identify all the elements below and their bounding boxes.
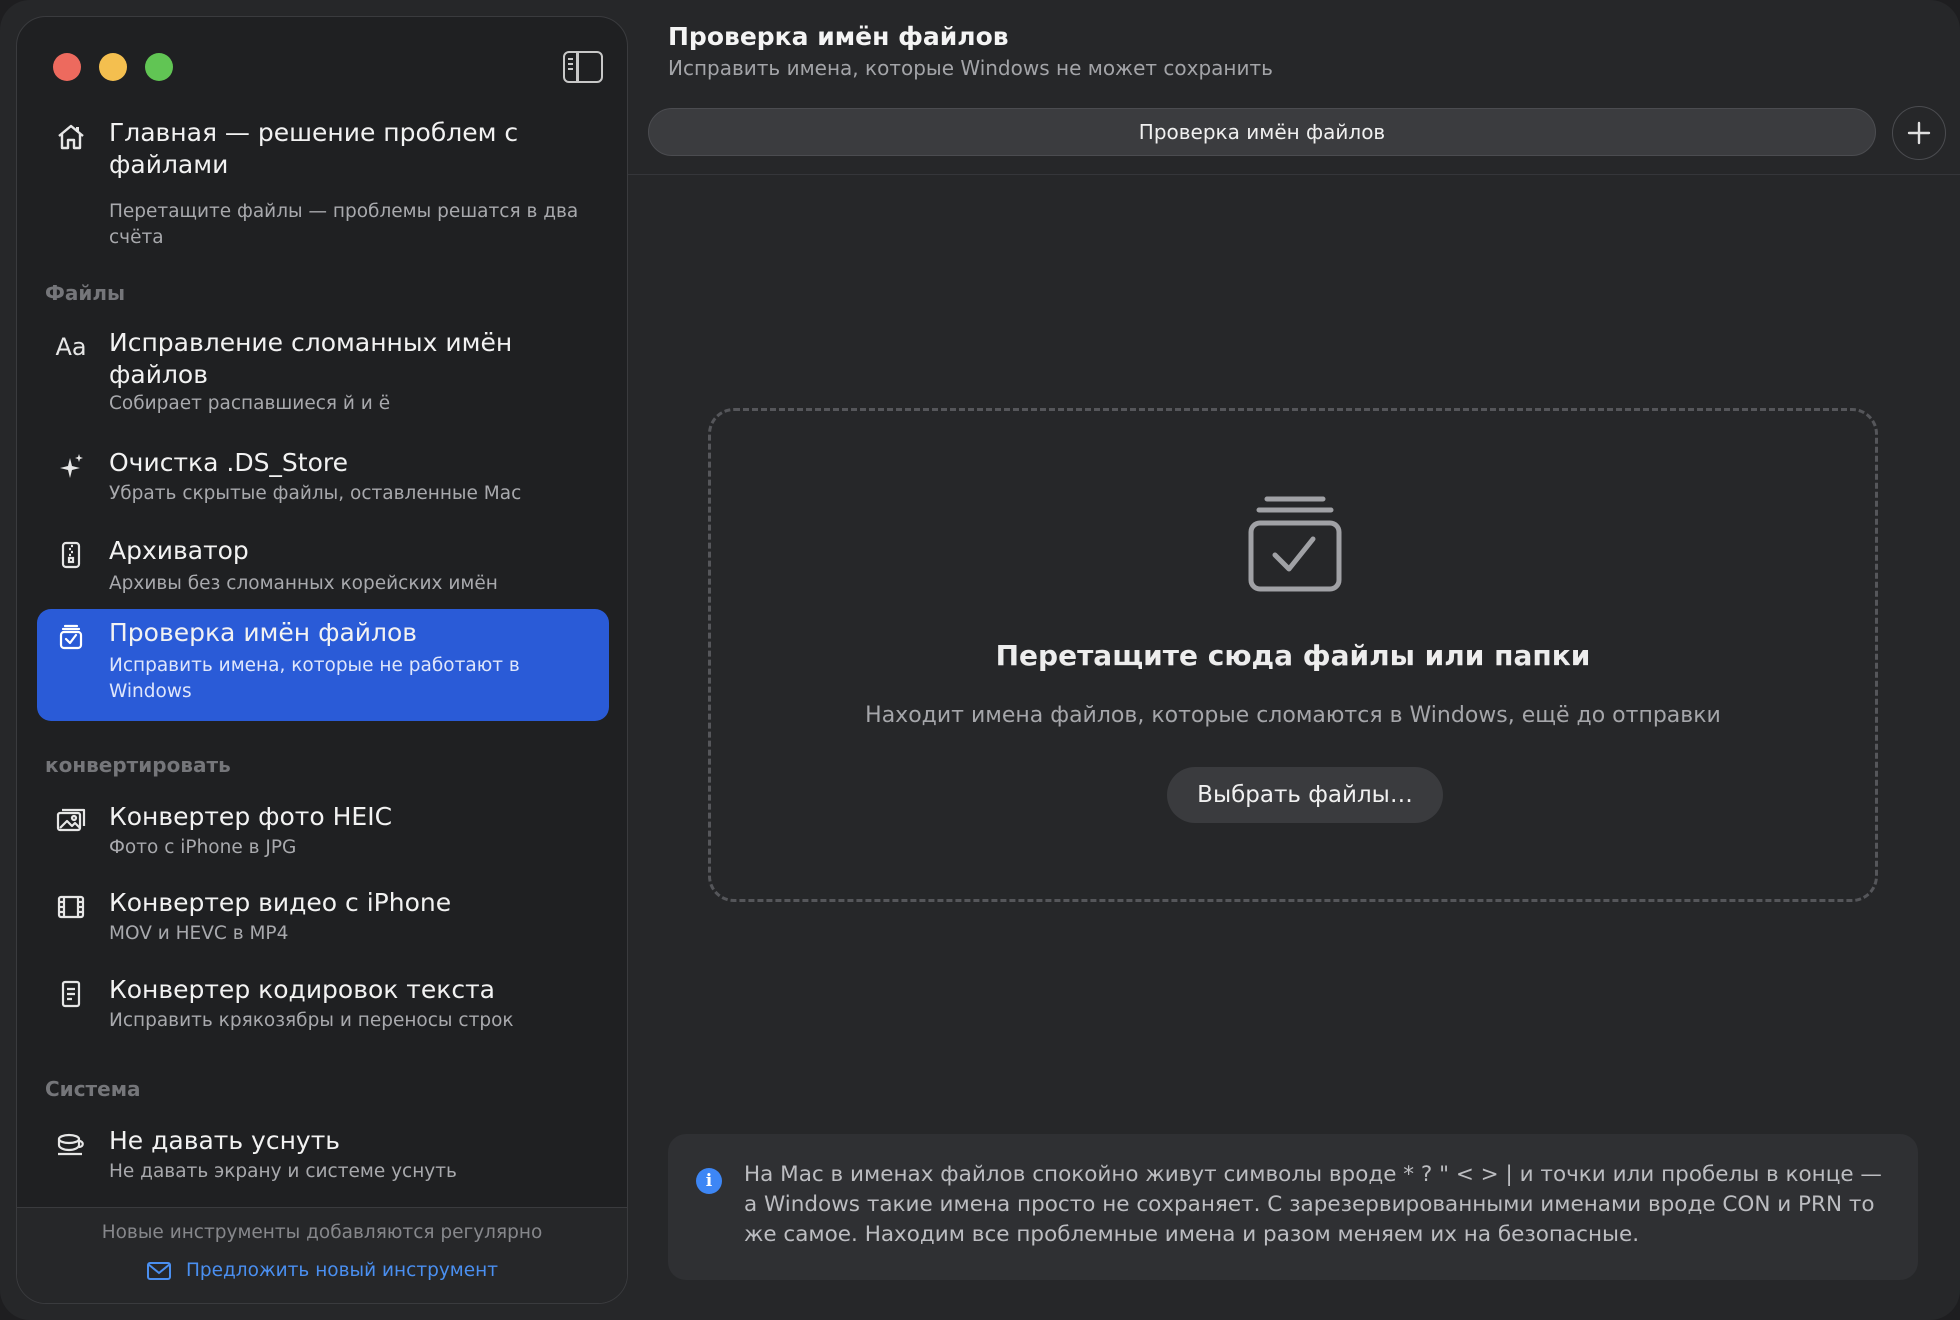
sidebar: Главная — решение проблем с файлами Пере…	[16, 16, 628, 1304]
section-title-convert: конвертировать	[45, 753, 231, 777]
tab-filename-check[interactable]: Проверка имён файлов	[648, 108, 1876, 156]
app-window: Главная — решение проблем с файлами Пере…	[0, 0, 1960, 1320]
film-icon	[55, 891, 87, 923]
choose-files-button[interactable]: Выбрать файлы…	[1167, 767, 1443, 823]
sidebar-item-subtitle: Исправить имена, которые не работают в W…	[109, 655, 520, 702]
sidebar-item-subtitle: Фото с iPhone в JPG	[109, 837, 297, 858]
sidebar-item-heic-converter[interactable]: Конвертер фото HEIC Фото с iPhone в JPG	[37, 797, 609, 877]
plus-icon	[1907, 121, 1931, 145]
footer-note: Новые инструменты добавляются регулярно	[101, 1222, 543, 1243]
sidebar-item-subtitle: Убрать скрытые файлы, оставленные Mac	[109, 483, 522, 504]
cup-icon	[55, 1129, 87, 1161]
sidebar-item-title: Конвертер фото HEIC	[109, 802, 393, 831]
sidebar-toggle-icon[interactable]	[563, 51, 603, 83]
sidebar-item-filename-check[interactable]: Проверка имён файлов Исправить имена, ко…	[37, 609, 609, 721]
suggest-tool-label: Предложить новый инструмент	[185, 1260, 499, 1281]
page-title: Проверка имён файлов	[668, 22, 1009, 51]
drop-zone[interactable]: Перетащите сюда файлы или папки Находит …	[708, 408, 1878, 902]
sidebar-item-filename-fix[interactable]: Aa Исправление сломанных имён файлов Соб…	[37, 323, 609, 431]
info-text: На Mac в именах файлов спокойно живут си…	[744, 1162, 1882, 1247]
sidebar-item-subtitle: Собирает распавшиеся й и ё	[109, 393, 391, 414]
tabbar-divider	[628, 174, 1960, 175]
drop-zone-title: Перетащите сюда файлы или папки	[995, 639, 1591, 672]
envelope-icon	[146, 1261, 171, 1280]
close-window-button[interactable]	[53, 53, 81, 81]
tray-checkmark-icon	[55, 621, 87, 653]
section-title-files: Файлы	[45, 281, 126, 305]
sidebar-item-title: Исправление сломанных имён файлов	[109, 328, 513, 389]
section-title-system: Система	[45, 1077, 141, 1101]
zoom-window-button[interactable]	[145, 53, 173, 81]
house-icon	[55, 121, 87, 153]
window-controls	[53, 53, 173, 81]
sidebar-item-title: Главная — решение проблем с файлами	[109, 118, 519, 179]
tray-checkmark-icon	[1248, 496, 1342, 592]
page-subtitle: Исправить имена, которые Windows не може…	[668, 56, 1273, 80]
suggest-tool-link[interactable]: Предложить новый инструмент	[17, 1260, 627, 1281]
photos-icon	[55, 805, 87, 837]
sidebar-item-ds-store[interactable]: Очистка .DS_Store Убрать скрытые файлы, …	[37, 443, 609, 523]
sidebar-item-subtitle: Не давать экрану и системе уснуть	[109, 1161, 457, 1182]
info-icon: i	[696, 1168, 722, 1194]
sidebar-item-subtitle: Перетащите файлы — проблемы решатся в дв…	[109, 201, 579, 248]
zipper-page-icon	[55, 539, 87, 571]
doc-text-icon	[55, 978, 87, 1010]
sidebar-item-archiver[interactable]: Архиватор Архивы без сломанных корейских…	[37, 531, 609, 611]
sidebar-item-subtitle: Архивы без сломанных корейских имён	[109, 573, 498, 594]
sidebar-item-title: Не давать уснуть	[109, 1126, 341, 1155]
add-tab-button[interactable]	[1892, 106, 1946, 160]
sidebar-item-title: Проверка имён файлов	[109, 618, 418, 647]
info-panel: i На Mac в именах файлов спокойно живут …	[668, 1134, 1918, 1280]
sidebar-item-subtitle: Исправить крякозябры и переносы строк	[109, 1010, 514, 1031]
sidebar-item-subtitle: MOV и HEVC в MP4	[109, 923, 289, 944]
sidebar-footer: Новые инструменты добавляются регулярно …	[17, 1207, 627, 1303]
sparkles-icon	[55, 451, 87, 483]
sidebar-item-title: Конвертер кодировок текста	[109, 975, 495, 1004]
text-format-icon: Aa	[55, 333, 87, 361]
minimize-window-button[interactable]	[99, 53, 127, 81]
sidebar-item-keep-awake[interactable]: Не давать уснуть Не давать экрану и сист…	[37, 1121, 609, 1201]
drop-zone-subtitle: Находит имена файлов, которые сломаются …	[865, 703, 1721, 728]
sidebar-item-title: Конвертер видео с iPhone	[109, 888, 452, 917]
sidebar-item-home[interactable]: Главная — решение проблем с файлами Пере…	[37, 113, 609, 263]
main-content: Проверка имён файлов Исправить имена, ко…	[628, 0, 1960, 1320]
sidebar-item-title: Архиватор	[109, 536, 249, 565]
sidebar-item-text-encoding[interactable]: Конвертер кодировок текста Исправить кря…	[37, 970, 609, 1050]
sidebar-item-title: Очистка .DS_Store	[109, 448, 349, 477]
sidebar-item-video-converter[interactable]: Конвертер видео с iPhone MOV и HEVC в MP…	[37, 883, 609, 963]
